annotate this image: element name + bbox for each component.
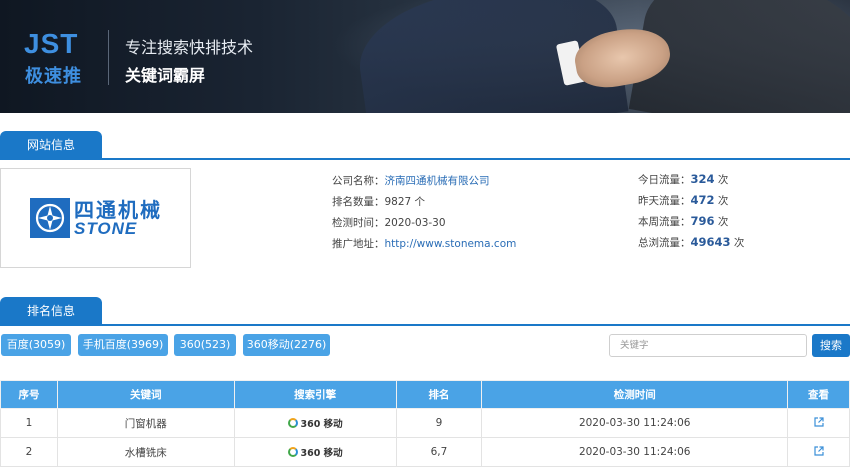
header-rank: 排名 — [395, 380, 483, 409]
section-divider — [0, 158, 850, 160]
check-time-value: 2020-03-30 — [384, 217, 446, 229]
row-keyword: 水槽铣床 — [56, 437, 235, 467]
external-link-icon[interactable] — [813, 416, 824, 427]
row-time: 2020-03-30 11:24:06 — [481, 408, 789, 438]
banner-slogan-2: 关键词霸屏 — [125, 66, 206, 85]
row-rank: 6,7 — [395, 437, 483, 467]
week-traffic-value: 796 — [690, 214, 715, 228]
table-header-row: 序号 关键词 搜索引擎 排名 检测时间 查看 — [0, 380, 850, 409]
total-traffic-value: 49643 — [690, 235, 731, 249]
external-link-icon[interactable] — [813, 445, 824, 456]
banner-divider — [108, 30, 109, 85]
check-time-row: 检测时间：2020-03-30 — [332, 217, 446, 229]
header-check-time: 检测时间 — [481, 380, 789, 409]
filter-360-mobile-button[interactable]: 360移动(2276) — [243, 334, 330, 356]
tab-rank-info: 排名信息 — [0, 297, 102, 325]
360-logo-icon — [287, 417, 298, 428]
search-button[interactable]: 搜索 — [812, 334, 850, 357]
rank-count-row: 排名数量：9827 个 — [332, 196, 426, 208]
company-logo-cn: 四通机械 — [74, 197, 162, 222]
row-view — [787, 408, 850, 438]
promo-url-link[interactable]: http://www.stonema.com — [385, 238, 517, 250]
table-row: 1 门窗机器 360 移动 9 2020-03-30 11:24:06 — [0, 408, 850, 438]
tab-site-info: 网站信息 — [0, 131, 102, 159]
row-rank: 9 — [395, 408, 483, 438]
company-logo-en: STONE — [74, 218, 138, 238]
header-view: 查看 — [787, 380, 850, 409]
company-logo-box: 四通机械 STONE — [0, 168, 191, 268]
keyword-search-input[interactable]: 关键字 — [609, 334, 807, 357]
row-time: 2020-03-30 11:24:06 — [481, 437, 789, 467]
rank-count-value: 9827 个 — [384, 196, 426, 208]
brand-logo-text: JST — [24, 28, 79, 59]
table-row: 2 水槽铣床 360 移动 6,7 2020-03-30 11:24:06 — [0, 437, 850, 467]
brand-logo-subtitle: 极速推 — [25, 66, 82, 87]
rank-table: 序号 关键词 搜索引擎 排名 检测时间 查看 1 门窗机器 360 移动 9 2… — [0, 380, 850, 467]
filter-baidu-button[interactable]: 百度(3059) — [1, 334, 71, 356]
header-index: 序号 — [0, 380, 58, 409]
today-traffic-row: 今日流量：324 次 — [638, 172, 729, 186]
week-traffic-row: 本周流量：796 次 — [638, 214, 729, 228]
header-keyword: 关键词 — [56, 380, 235, 409]
filter-mobile-baidu-button[interactable]: 手机百度(3969) — [78, 334, 168, 356]
filter-360-button[interactable]: 360(523) — [174, 334, 236, 356]
star-emblem-icon — [30, 198, 70, 238]
company-name-row: 公司名称：济南四通机械有限公司 — [332, 175, 490, 187]
yesterday-traffic-value: 472 — [690, 193, 715, 207]
row-engine: 360 移动 — [233, 437, 397, 467]
row-index: 1 — [0, 408, 58, 438]
row-view — [787, 437, 850, 467]
row-engine: 360 移动 — [233, 408, 397, 438]
header-engine: 搜索引擎 — [233, 380, 397, 409]
yesterday-traffic-row: 昨天流量：472 次 — [638, 193, 729, 207]
row-keyword: 门窗机器 — [56, 408, 235, 438]
top-banner: JST 极速推 专注搜索快排技术 关键词霸屏 — [0, 0, 850, 113]
promo-url-row: 推广地址：http://www.stonema.com — [332, 238, 517, 250]
total-traffic-row: 总浏流量：49643 次 — [638, 235, 745, 249]
company-name-link[interactable]: 济南四通机械有限公司 — [385, 175, 490, 187]
banner-slogan-1: 专注搜索快排技术 — [125, 38, 254, 57]
row-index: 2 — [0, 437, 58, 467]
company-logo: 四通机械 STONE — [30, 198, 162, 238]
360-logo-icon — [287, 446, 298, 457]
section-divider — [0, 324, 850, 326]
today-traffic-value: 324 — [690, 172, 715, 186]
